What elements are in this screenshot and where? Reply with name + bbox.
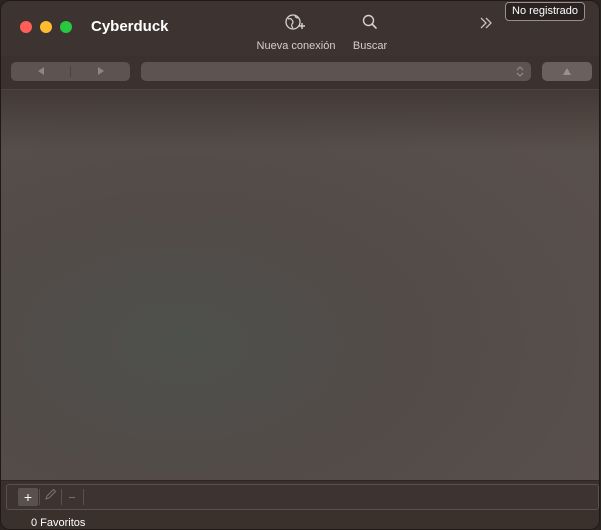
window-title: Cyberduck <box>91 18 169 35</box>
toolbar-overflow-button[interactable] <box>478 15 494 31</box>
search-label: Buscar <box>352 40 388 52</box>
app-window: Cyberduck Nueva conexión Buscar No regis… <box>0 0 600 530</box>
parent-directory-button[interactable] <box>542 62 592 81</box>
new-connection-button[interactable]: Nueva conexión <box>255 13 337 52</box>
remove-bookmark-button[interactable]: − <box>62 488 82 506</box>
plus-icon: + <box>23 489 33 505</box>
bookmark-count-status: 0 Favoritos <box>31 517 86 529</box>
unregistered-badge[interactable]: No registrado <box>505 2 586 21</box>
bookmark-list[interactable] <box>1 90 599 480</box>
double-chevron-right-icon <box>478 17 494 35</box>
triangle-up-icon <box>562 63 572 81</box>
back-forward-control <box>11 62 130 81</box>
bottom-bar: + − 0 Favoritos <box>1 480 599 529</box>
add-bookmark-button[interactable]: + <box>18 488 38 506</box>
divider <box>83 489 84 505</box>
edit-bookmark-button[interactable] <box>40 488 60 506</box>
minus-icon: − <box>68 489 76 505</box>
pencil-icon <box>44 488 57 506</box>
titlebar: Cyberduck Nueva conexión Buscar No regis… <box>1 1 599 56</box>
back-button[interactable] <box>11 62 70 81</box>
triangle-left-icon <box>36 63 46 81</box>
navigation-bar <box>1 56 599 90</box>
bookmark-actions: + − <box>6 484 599 510</box>
up-down-chevron-icon <box>515 65 525 83</box>
minimize-window-button[interactable] <box>40 21 52 33</box>
search-icon <box>361 13 379 36</box>
search-button[interactable]: Buscar <box>351 13 389 52</box>
path-popup[interactable] <box>141 62 531 81</box>
zoom-window-button[interactable] <box>60 21 72 33</box>
globe-plus-icon <box>284 13 308 36</box>
forward-button[interactable] <box>71 62 130 81</box>
new-connection-label: Nueva conexión <box>256 40 336 52</box>
close-window-button[interactable] <box>20 21 32 33</box>
triangle-right-icon <box>96 63 106 81</box>
